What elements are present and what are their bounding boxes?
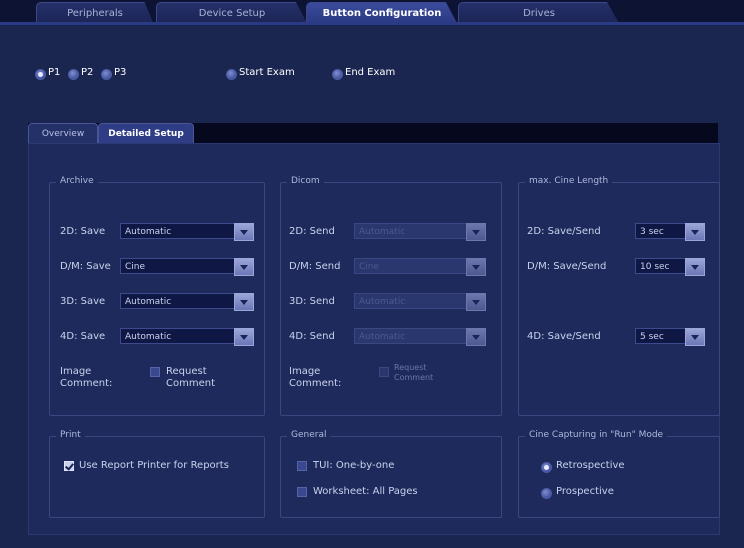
dropdown-arrow-icon (466, 258, 486, 276)
tab-detailed-setup[interactable]: Detailed Setup (98, 123, 194, 144)
tab-label: Device Setup (198, 8, 266, 19)
p3-radio[interactable] (101, 69, 112, 80)
dropdown-value: Automatic (359, 332, 406, 342)
cine-4d-dropdown[interactable]: 5 sec (635, 328, 705, 346)
dicom-request-comment-checkbox[interactable] (379, 367, 389, 377)
dicom-3d-send-label: 3D: Send (289, 296, 335, 307)
archive-request-comment-checkbox[interactable] (150, 367, 160, 377)
cine-capture-title: Cine Capturing in "Run" Mode (525, 430, 668, 440)
archive-image-comment-label-2: Comment: (60, 378, 113, 389)
tab-overview[interactable]: Overview (28, 123, 98, 144)
dicom-group: Dicom 2D: Send Automatic D/M: Send Cine … (280, 176, 502, 416)
dicom-2d-send-label: 2D: Send (289, 226, 335, 237)
end-exam-radio[interactable] (332, 69, 343, 80)
cine-2d-label: 2D: Save/Send (527, 226, 601, 237)
prospective-label: Prospective (556, 486, 614, 497)
archive-2d-save-dropdown[interactable]: Automatic (120, 223, 254, 241)
worksheet-all-pages-label: Worksheet: All Pages (313, 486, 418, 497)
dropdown-arrow-icon (234, 328, 254, 346)
detailed-setup-panel: Archive 2D: Save Automatic D/M: Save Cin… (28, 143, 720, 535)
top-tab-underline (0, 22, 744, 25)
dropdown-arrow-icon (685, 328, 705, 346)
cine-4d-label: 4D: Save/Send (527, 331, 601, 342)
dropdown-arrow-icon (466, 328, 486, 346)
dropdown-value: Automatic (125, 332, 172, 342)
worksheet-all-pages-checkbox[interactable] (297, 487, 307, 497)
start-exam-label: Start Exam (239, 67, 295, 78)
cine-dm-dropdown[interactable]: 10 sec (635, 258, 705, 276)
archive-request-comment-label-2: Comment (166, 378, 215, 389)
dicom-request-comment-label: Request (394, 363, 427, 372)
p1-radio[interactable] (35, 69, 46, 80)
dropdown-arrow-icon (466, 293, 486, 311)
p1-label: P1 (48, 67, 61, 78)
archive-dm-save-dropdown[interactable]: Cine (120, 258, 254, 276)
dropdown-value: Automatic (125, 227, 172, 237)
dicom-2d-send-dropdown[interactable]: Automatic (354, 223, 486, 241)
tab-label: Overview (41, 129, 85, 139)
archive-group: Archive 2D: Save Automatic D/M: Save Cin… (49, 176, 265, 416)
archive-title: Archive (56, 176, 98, 186)
p2-radio[interactable] (68, 69, 79, 80)
dropdown-arrow-icon (234, 223, 254, 241)
p2-label: P2 (81, 67, 94, 78)
archive-3d-save-label: 3D: Save (60, 296, 106, 307)
retrospective-radio[interactable] (541, 462, 552, 473)
start-exam-radio[interactable] (226, 69, 237, 80)
cine-capture-group: Cine Capturing in "Run" Mode Retrospecti… (518, 430, 720, 518)
dropdown-value: 5 sec (640, 332, 664, 342)
archive-2d-save-label: 2D: Save (60, 226, 106, 237)
dicom-image-comment-label-2: Comment: (289, 378, 342, 389)
dropdown-arrow-icon (234, 293, 254, 311)
dicom-image-comment-label: Image (289, 366, 321, 377)
print-title: Print (56, 430, 85, 440)
dropdown-value: Cine (359, 262, 380, 272)
end-exam-label: End Exam (345, 67, 396, 78)
cine-2d-dropdown[interactable]: 3 sec (635, 223, 705, 241)
archive-3d-save-dropdown[interactable]: Automatic (120, 293, 254, 311)
p3-label: P3 (114, 67, 127, 78)
tab-label: Drives (523, 8, 555, 19)
dicom-title: Dicom (287, 176, 324, 186)
dropdown-value: Cine (125, 262, 146, 272)
print-group: Print Use Report Printer for Reports (49, 430, 265, 518)
dropdown-arrow-icon (685, 223, 705, 241)
general-title: General (287, 430, 331, 440)
cine-length-group: max. Cine Length 2D: Save/Send 3 sec D/M… (518, 176, 720, 416)
dropdown-value: Automatic (359, 297, 406, 307)
archive-4d-save-label: 4D: Save (60, 331, 106, 342)
archive-dm-save-label: D/M: Save (60, 261, 111, 272)
archive-request-comment-label: Request (166, 366, 207, 377)
tui-one-by-one-checkbox[interactable] (297, 461, 307, 471)
dicom-dm-send-dropdown[interactable]: Cine (354, 258, 486, 276)
use-report-printer-label: Use Report Printer for Reports (79, 460, 229, 471)
dicom-request-comment-label-2: Comment (394, 373, 434, 382)
archive-4d-save-dropdown[interactable]: Automatic (120, 328, 254, 346)
dropdown-arrow-icon (234, 258, 254, 276)
tui-one-by-one-label: TUI: One-by-one (313, 460, 395, 471)
dropdown-value: Automatic (125, 297, 172, 307)
cine-dm-label: D/M: Save/Send (527, 261, 607, 272)
dropdown-value: 3 sec (640, 227, 664, 237)
prospective-radio[interactable] (541, 488, 552, 499)
dropdown-arrow-icon (466, 223, 486, 241)
dropdown-value: Automatic (359, 227, 406, 237)
general-group: General TUI: One-by-one Worksheet: All P… (280, 430, 502, 518)
dropdown-value: 10 sec (640, 262, 670, 272)
dicom-dm-send-label: D/M: Send (289, 261, 341, 272)
tab-label: Button Configuration (322, 8, 442, 19)
retrospective-label: Retrospective (556, 460, 625, 471)
sub-tab-bar: Overview Detailed Setup (28, 123, 718, 144)
dropdown-arrow-icon (685, 258, 705, 276)
dicom-4d-send-label: 4D: Send (289, 331, 335, 342)
cine-length-title: max. Cine Length (525, 176, 613, 186)
tab-label: Peripherals (67, 8, 123, 19)
tab-label: Detailed Setup (108, 129, 184, 139)
dicom-4d-send-dropdown[interactable]: Automatic (354, 328, 486, 346)
top-tab-bar: Peripherals Device Setup Button Configur… (0, 0, 744, 25)
archive-image-comment-label: Image (60, 366, 92, 377)
dicom-3d-send-dropdown[interactable]: Automatic (354, 293, 486, 311)
use-report-printer-checkbox[interactable] (64, 461, 74, 471)
